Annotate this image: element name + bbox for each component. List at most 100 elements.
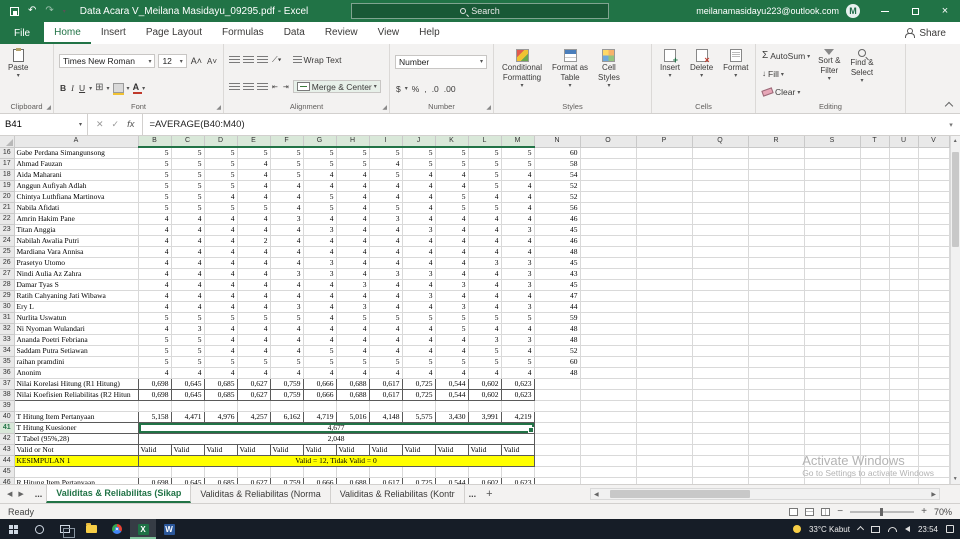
cell-D32[interactable]: 4 (204, 323, 238, 335)
cell-Q29[interactable] (692, 290, 749, 302)
col-header-E[interactable]: E (237, 136, 271, 148)
cell-F25[interactable]: 4 (270, 246, 304, 258)
cell-I27[interactable]: 3 (369, 268, 403, 280)
cell-L20[interactable]: 4 (468, 191, 502, 203)
cell-B34[interactable]: 5 (138, 345, 172, 357)
underline-button[interactable]: U (78, 83, 86, 93)
italic-button[interactable]: I (70, 83, 75, 93)
cell-P30[interactable] (636, 301, 693, 313)
font-size-combo[interactable]: 12 ▾ (158, 54, 187, 69)
cell-E30[interactable]: 4 (237, 301, 271, 313)
cell-L33[interactable]: 3 (468, 334, 502, 346)
cell-J30[interactable]: 4 (402, 301, 436, 313)
cell-N27[interactable]: 43 (534, 268, 581, 280)
cell-L27[interactable]: 4 (468, 268, 502, 280)
cell-G37[interactable]: 0,666 (302, 378, 337, 390)
cell-M28[interactable]: 3 (501, 279, 535, 291)
currency-dropdown-icon[interactable]: ▾ (405, 85, 408, 92)
cell-T25[interactable] (860, 246, 890, 258)
cell-O19[interactable] (580, 180, 637, 192)
cell-L30[interactable]: 4 (468, 301, 502, 313)
cell-A22[interactable]: Amrin Hakim Pane (14, 213, 139, 225)
cell-A42[interactable]: T Tabel (95%,28) (13, 433, 139, 445)
cell-H17[interactable]: 5 (336, 158, 370, 170)
cell-H32[interactable]: 4 (336, 323, 370, 335)
col-header-S[interactable]: S (804, 136, 861, 148)
cell-E43[interactable]: Valid (236, 444, 271, 456)
cell-J27[interactable]: 3 (402, 268, 436, 280)
cell-O32[interactable] (580, 323, 637, 335)
cell-Q36[interactable] (692, 367, 749, 379)
cell-I28[interactable]: 4 (369, 279, 403, 291)
cell-E28[interactable]: 4 (237, 279, 271, 291)
cell-O31[interactable] (580, 312, 637, 324)
cell-G21[interactable]: 5 (303, 202, 337, 214)
cell-P35[interactable] (636, 356, 693, 368)
cell-U30[interactable] (889, 301, 919, 313)
avatar[interactable]: M (846, 4, 860, 18)
cell-C31[interactable]: 5 (171, 312, 205, 324)
cell-I24[interactable]: 4 (369, 235, 403, 247)
cell-A16[interactable]: Gabe Perdana Simangunsong (14, 147, 139, 159)
cell-S29[interactable] (804, 290, 861, 302)
format-cells-button[interactable]: Format ▾ (720, 47, 751, 101)
cell-B38[interactable]: 0,698 (137, 389, 172, 401)
cell-N37[interactable] (534, 378, 581, 390)
cell-F29[interactable]: 4 (270, 290, 304, 302)
tab-file[interactable]: File (0, 22, 45, 44)
cell-P44[interactable] (636, 455, 693, 467)
cell-A30[interactable]: Ery L (14, 301, 139, 313)
cell-A24[interactable]: Nabilah Awalia Putri (14, 235, 139, 247)
cell-C19[interactable]: 5 (171, 180, 205, 192)
cell-K31[interactable]: 5 (435, 312, 469, 324)
align-center-icon[interactable] (243, 82, 254, 91)
cell-B35[interactable]: 5 (138, 356, 172, 368)
cell-L24[interactable]: 4 (468, 235, 502, 247)
find-select-button[interactable]: Find & Select ▾ (847, 47, 876, 101)
cell-M19[interactable]: 4 (501, 180, 535, 192)
cell-E29[interactable]: 4 (237, 290, 271, 302)
cell-F16[interactable]: 5 (270, 147, 304, 159)
tab-data[interactable]: Data (274, 22, 315, 44)
merge-center-button[interactable]: Merge & Center ▾ (292, 80, 381, 94)
cell-R16[interactable] (748, 147, 805, 159)
cell-F33[interactable]: 4 (270, 334, 304, 346)
cell-U16[interactable] (889, 147, 919, 159)
cortana-button[interactable] (26, 519, 52, 539)
cell-G27[interactable]: 3 (303, 268, 337, 280)
cell-Q38[interactable] (692, 389, 749, 401)
cell-U18[interactable] (889, 169, 919, 181)
row-header-18[interactable]: 18 (0, 169, 15, 181)
cell-K36[interactable]: 4 (435, 367, 469, 379)
cell-H16[interactable]: 5 (336, 147, 370, 159)
cell-P20[interactable] (636, 191, 693, 203)
cell-D17[interactable]: 5 (204, 158, 238, 170)
cell-G31[interactable]: 4 (303, 312, 337, 324)
cell-T34[interactable] (860, 345, 890, 357)
cell-Q25[interactable] (692, 246, 749, 258)
cell-M39[interactable] (501, 400, 535, 412)
cell-H35[interactable]: 5 (336, 356, 370, 368)
cell-E40[interactable]: 4,257 (236, 411, 271, 423)
cell-Q27[interactable] (692, 268, 749, 280)
row-header-24[interactable]: 24 (0, 235, 15, 247)
cell-R31[interactable] (748, 312, 805, 324)
cell-B27[interactable]: 4 (138, 268, 172, 280)
decrease-indent-icon[interactable]: ⇤ (271, 83, 279, 91)
font-name-combo[interactable]: Times New Roman ▾ (59, 54, 156, 69)
cell-I18[interactable]: 5 (369, 169, 403, 181)
cell-M43[interactable]: Valid (500, 444, 535, 456)
cell-J32[interactable]: 4 (402, 323, 436, 335)
cell-F34[interactable]: 4 (270, 345, 304, 357)
cell-M30[interactable]: 3 (501, 301, 535, 313)
cell-C37[interactable]: 0,645 (170, 378, 205, 390)
col-header-B[interactable]: B (138, 136, 172, 148)
cell-H34[interactable]: 4 (336, 345, 370, 357)
cell-D30[interactable]: 4 (204, 301, 238, 313)
cell-M33[interactable]: 3 (501, 334, 535, 346)
cell-A32[interactable]: Ni Nyoman Wulandari (14, 323, 139, 335)
cell-V30[interactable] (918, 301, 950, 313)
cell-M45[interactable] (501, 466, 535, 478)
cell-B26[interactable]: 4 (138, 257, 172, 269)
cell-R29[interactable] (748, 290, 805, 302)
